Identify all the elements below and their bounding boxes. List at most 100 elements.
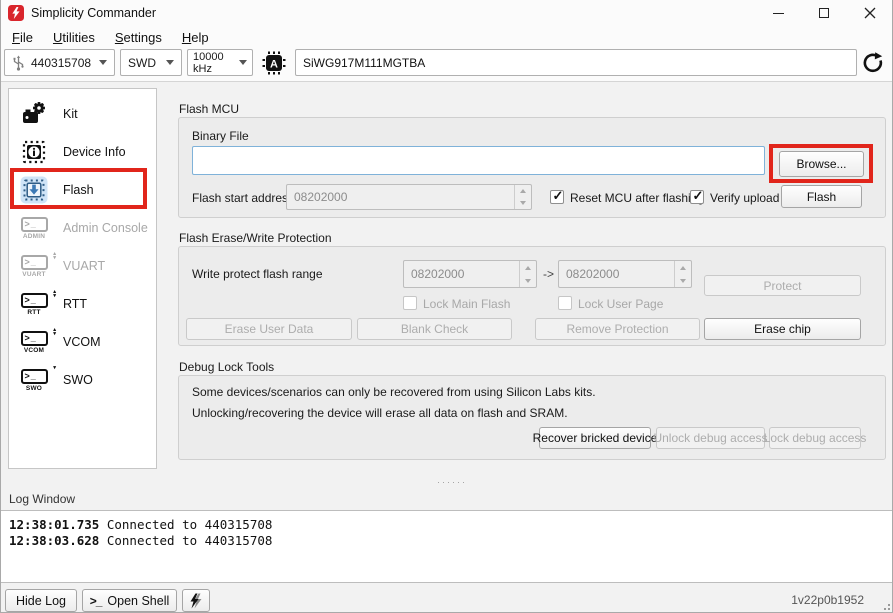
spin-up-icon [520,261,536,274]
sidebar-item-label: SWO [63,373,93,387]
sidebar-item-label: Device Info [63,145,126,159]
write-protect-range-label: Write protect flash range [192,267,323,281]
debug-lock-info-line2: Unlocking/recovering the device will era… [192,406,568,420]
flash-button[interactable]: Flash [781,185,862,208]
protect-range-to-spinbox: 08202000 [558,260,692,288]
recover-bricked-device-button[interactable]: Recover bricked device [539,427,651,449]
protect-button: Protect [704,275,861,296]
resize-grip[interactable] [880,600,890,610]
interface-value: SWD [128,56,156,70]
spin-down-icon [515,197,531,209]
spin-down-icon [520,274,536,287]
chevron-down-icon [166,60,174,65]
chevron-down-icon [99,60,107,65]
refresh-icon[interactable] [861,50,887,76]
flash-start-address-value: 08202000 [287,185,514,209]
shell-prompt-icon: >_ [90,594,102,608]
app-logo-icon [8,5,24,21]
svg-text:A: A [270,59,278,71]
menu-settings[interactable]: Settings [105,28,172,47]
lock-main-flash-label: Lock Main Flash [423,297,510,311]
rtt-icon: >_▴▾ RTT [17,293,51,316]
vuart-icon: >_▴▾ VUART [17,255,51,278]
log-entry: 12:38:01.735 Connected to 440315708 [9,517,884,533]
sidebar-item-vcom[interactable]: >_▴▾ VCOM VCOM [9,323,156,361]
sidebar-item-label: VCOM [63,335,101,349]
menu-help[interactable]: Help [172,28,219,47]
device-select[interactable]: 440315708 [4,49,115,76]
open-shell-button[interactable]: >_ Open Shell [82,589,177,612]
window-title: Simplicity Commander [31,6,156,20]
verify-upload-checkbox-label: Verify upload [710,191,779,205]
sidebar-item-vuart: >_▴▾ VUART VUART [9,247,156,285]
minimize-button[interactable] [755,0,801,26]
sidebar-item-device-info[interactable]: Device Info [9,133,156,171]
sidebar: Kit Device Info [8,88,157,469]
unlock-debug-access-button: Unlock debug access [656,427,765,449]
log-output: 12:38:01.735 Connected to 440315708 12:3… [1,510,892,583]
erase-chip-button[interactable]: Erase chip [704,318,861,340]
log-window-title: Log Window [9,492,75,506]
maximize-icon [819,8,829,18]
menu-file[interactable]: File [2,28,43,47]
debug-lock-info-line1: Some devices/scenarios can only be recov… [192,385,596,399]
sidebar-item-label: Admin Console [63,221,148,235]
flash-start-address-label: Flash start address: [192,191,297,205]
speed-value: 10000 kHz [193,51,233,75]
close-button[interactable] [847,0,893,26]
reset-mcu-checkbox[interactable] [550,190,564,204]
speed-select[interactable]: 10000 kHz [187,49,253,76]
range-arrow-label: -> [543,267,554,281]
sidebar-item-label: VUART [63,259,105,273]
protect-range-from-spinbox: 08202000 [403,260,537,288]
sidebar-item-label: Flash [63,183,94,197]
remove-protection-button: Remove Protection [535,318,700,340]
sidebar-item-swo[interactable]: >_▾ SWO SWO [9,361,156,399]
lock-debug-access-button: Lock debug access [769,427,861,449]
sidebar-item-label: Kit [63,107,78,121]
lock-user-page-checkbox [558,296,572,310]
hide-log-button[interactable]: Hide Log [5,589,77,612]
kit-icon [17,101,51,127]
flash-erase-section-title: Flash Erase/Write Protection [179,231,332,245]
log-entry: 12:38:03.628 Connected to 440315708 [9,533,884,549]
protect-range-to-value: 08202000 [559,261,674,287]
simplicity-commander-window: Simplicity Commander File Utilities Sett… [0,0,893,613]
sidebar-item-kit[interactable]: Kit [9,95,156,133]
binary-file-label: Binary File [192,129,249,143]
flash-icon [17,176,51,204]
spin-up-icon [675,261,691,274]
lightning-icon [188,592,204,610]
target-part-icon: A [261,50,287,76]
flash-mcu-section-title: Flash MCU [179,102,239,116]
menu-bar: File Utilities Settings Help [2,27,219,47]
binary-file-input[interactable] [192,146,765,175]
sidebar-item-admin-console: >_ ADMIN Admin Console [9,209,156,247]
browse-button[interactable]: Browse... [779,151,864,177]
flash-start-address-spinbox: 08202000 [286,184,532,210]
title-bar: Simplicity Commander [0,0,893,26]
sidebar-item-flash[interactable]: Flash [9,171,156,209]
version-label: 1v22p0b1952 [791,593,864,607]
reset-mcu-checkbox-label: Reset MCU after flashing [570,191,704,205]
splitter-handle[interactable] [430,480,474,486]
blank-check-button: Blank Check [357,318,512,340]
menu-utilities[interactable]: Utilities [43,28,105,47]
admin-console-icon: >_ ADMIN [17,217,51,240]
vcom-icon: >_▴▾ VCOM [17,331,51,354]
swo-icon: >_▾ SWO [17,369,51,392]
device-info-icon [17,139,51,165]
device-serial-value: 440315708 [31,56,91,70]
usb-icon [12,55,25,71]
spin-up-icon [515,185,531,197]
flash-shortcut-button[interactable] [182,589,210,612]
maximize-button[interactable] [801,0,847,26]
erase-user-data-button: Erase User Data [186,318,352,340]
protect-range-from-value: 08202000 [404,261,519,287]
device-name-input[interactable] [295,49,857,76]
minimize-icon [773,13,784,14]
sidebar-item-rtt[interactable]: >_▴▾ RTT RTT [9,285,156,323]
sidebar-item-label: RTT [63,297,87,311]
verify-upload-checkbox[interactable] [690,190,704,204]
interface-select[interactable]: SWD [120,49,182,76]
